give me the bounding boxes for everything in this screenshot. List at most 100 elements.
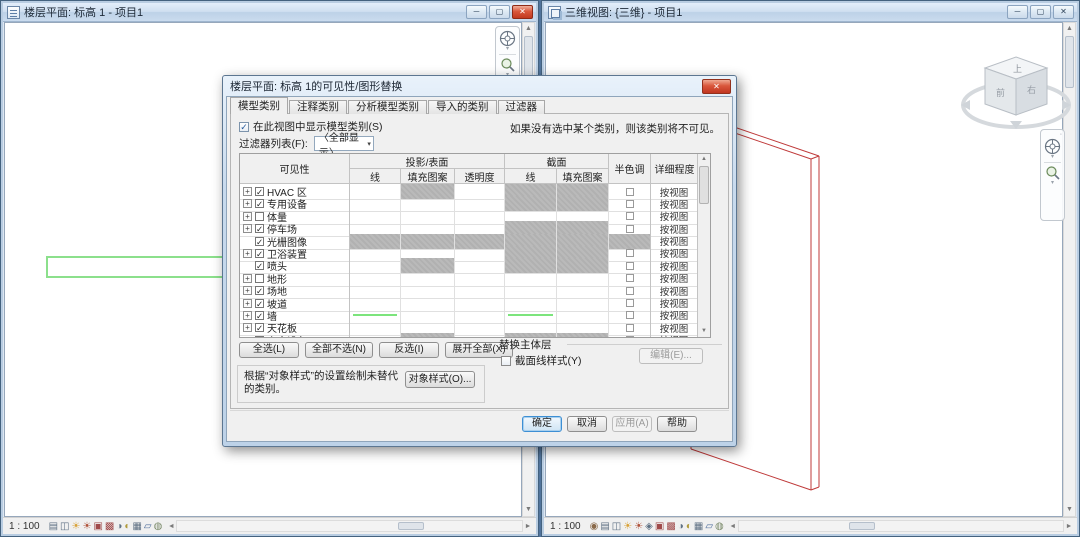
invert-button[interactable]: 反选(I) [379, 342, 439, 358]
close-button[interactable]: ✕ [512, 5, 533, 19]
sun-path-icon[interactable]: ☀ [72, 521, 81, 532]
halftone-checkbox[interactable] [626, 262, 634, 270]
tab-过滤器[interactable]: 过滤器 [498, 100, 546, 114]
chevron-down-icon[interactable]: ▾ [1051, 155, 1054, 160]
detail-level-cell[interactable]: 按视图 [651, 333, 698, 337]
show-model-categories-checkbox[interactable]: ✓ [239, 122, 249, 132]
visual-style-icon[interactable]: ◫ [60, 521, 69, 532]
halftone-checkbox[interactable] [626, 188, 634, 196]
override-cell[interactable] [455, 333, 505, 337]
chevron-down-icon[interactable]: ▾ [506, 47, 509, 52]
halftone-checkbox[interactable] [626, 336, 634, 337]
cut-line-styles-checkbox[interactable] [501, 356, 511, 366]
visibility-checkbox[interactable]: ✓ [255, 224, 264, 233]
table-row[interactable]: +✓天花板按视图 [240, 320, 698, 332]
zoom-icon[interactable] [1045, 165, 1061, 181]
halftone-checkbox[interactable] [626, 200, 634, 208]
table-row[interactable]: ✓喷头按视图 [240, 258, 698, 270]
filter-list-dropdown[interactable]: 〈全部显示〉 ▾ [314, 136, 374, 151]
table-row[interactable]: +✓墙按视图 [240, 308, 698, 320]
scroll-left-icon[interactable]: ◄ [166, 523, 176, 530]
select-none-button[interactable]: 全部不选(N) [305, 342, 373, 358]
table-row[interactable]: +✓停车场按视图 [240, 221, 698, 233]
table-row[interactable]: +✓专用设备按视图 [240, 196, 698, 208]
select-all-button[interactable]: 全选(L) [239, 342, 299, 358]
edit-button[interactable]: 编辑(E)... [639, 348, 703, 364]
cancel-button[interactable]: 取消 [567, 416, 607, 432]
visibility-checkbox[interactable]: ✓ [255, 286, 264, 295]
crop-view-icon[interactable]: ▣ [93, 521, 102, 532]
minimize-button[interactable]: ─ [466, 5, 487, 19]
halftone-checkbox[interactable] [626, 274, 634, 282]
visibility-checkbox[interactable] [255, 274, 264, 283]
scrollbar-thumb[interactable] [699, 166, 709, 204]
table-row[interactable]: +✓HVAC 区按视图 [240, 184, 698, 196]
tab-注释类别[interactable]: 注释类别 [289, 100, 347, 114]
visibility-checkbox[interactable]: ✓ [255, 249, 264, 258]
override-cell[interactable] [557, 333, 609, 337]
halftone-checkbox[interactable] [626, 324, 634, 332]
visibility-checkbox[interactable]: ✓ [255, 323, 264, 332]
halftone-checkbox[interactable] [626, 225, 634, 233]
scroll-right-icon[interactable]: ► [523, 523, 533, 530]
expand-icon[interactable]: + [243, 323, 252, 332]
view-scale[interactable]: 1 : 100 [9, 521, 40, 532]
expand-icon[interactable]: + [243, 224, 252, 233]
temporary-hide-isolate-icon[interactable]: ◑ [116, 521, 122, 532]
halftone-checkbox[interactable] [626, 311, 634, 319]
scroll-up-icon[interactable]: ▲ [698, 154, 710, 165]
help-button[interactable]: 帮助 [657, 416, 697, 432]
table-row[interactable]: +✓场地按视图 [240, 283, 698, 295]
shadows-icon[interactable]: ☀ [82, 521, 91, 532]
expand-icon[interactable]: + [243, 249, 252, 258]
scrollbar-thumb[interactable] [398, 522, 424, 530]
visibility-checkbox[interactable] [255, 212, 264, 221]
tab-模型类别[interactable]: 模型类别 [230, 97, 288, 114]
reveal-hidden-elements-icon[interactable]: ◐ [124, 521, 130, 532]
table-row[interactable]: +体量按视图 [240, 209, 698, 221]
tab-导入的类别[interactable]: 导入的类别 [428, 100, 497, 114]
override-cell[interactable] [401, 333, 455, 337]
show-constraints-icon[interactable]: ▱ [144, 521, 152, 532]
chevron-down-icon[interactable]: ▾ [1051, 181, 1054, 186]
table-scrollbar[interactable]: ▲ ▼ [697, 154, 710, 337]
expand-icon[interactable]: + [243, 187, 252, 196]
scroll-up-icon[interactable]: ▲ [523, 23, 534, 35]
expand-icon[interactable]: + [243, 299, 252, 308]
scroll-down-icon[interactable]: ▼ [523, 504, 534, 516]
expand-icon[interactable]: + [243, 311, 252, 320]
override-cell[interactable] [350, 333, 401, 337]
worksharing-display-icon[interactable]: ◍ [154, 521, 163, 532]
ok-button[interactable]: 确定 [522, 416, 562, 432]
table-row[interactable]: +✓卫浴装置按视图 [240, 246, 698, 258]
dialog-close-button[interactable]: ✕ [702, 79, 731, 94]
halftone-checkbox[interactable] [626, 299, 634, 307]
visibility-checkbox[interactable]: ✓ [255, 187, 264, 196]
halftone-cell[interactable] [609, 333, 651, 337]
visibility-checkbox[interactable]: ✓ [255, 311, 264, 320]
halftone-checkbox[interactable] [626, 287, 634, 295]
temporary-view-properties-icon[interactable]: ▦ [132, 521, 141, 532]
detail-level-icon[interactable]: ▤ [49, 521, 58, 532]
table-row[interactable]: ✓光栅图像按视图 [240, 234, 698, 246]
table-row[interactable]: +地形按视图 [240, 271, 698, 283]
steering-wheel-icon[interactable] [499, 30, 516, 47]
halftone-checkbox[interactable] [626, 212, 634, 220]
table-row[interactable]: ✓安全设备按视图 [240, 333, 698, 337]
zoom-icon[interactable] [500, 57, 516, 73]
wall-plan-outline[interactable] [46, 256, 225, 278]
visibility-checkbox[interactable]: ✓ [255, 237, 264, 246]
expand-icon[interactable]: + [243, 274, 252, 283]
show-crop-region-icon[interactable]: ▩ [105, 521, 114, 532]
apply-button[interactable]: 应用(A) [612, 416, 652, 432]
horizontal-scrollbar[interactable]: ◄ ► [166, 520, 533, 533]
halftone-checkbox[interactable] [626, 249, 634, 257]
expand-icon[interactable]: + [243, 212, 252, 221]
object-styles-button[interactable]: 对象样式(O)... [405, 371, 475, 388]
floor-plan-titlebar[interactable]: 楼层平面: 标高 1 - 项目1 ─ ▢ ✕ [3, 3, 536, 22]
table-row[interactable]: +✓坡道按视图 [240, 296, 698, 308]
maximize-button[interactable]: ▢ [489, 5, 510, 19]
expand-icon[interactable]: + [243, 199, 252, 208]
visibility-checkbox[interactable]: ✓ [255, 261, 264, 270]
dialog-titlebar[interactable]: 楼层平面: 标高 1的可见性/图形替换 ✕ [226, 76, 733, 96]
